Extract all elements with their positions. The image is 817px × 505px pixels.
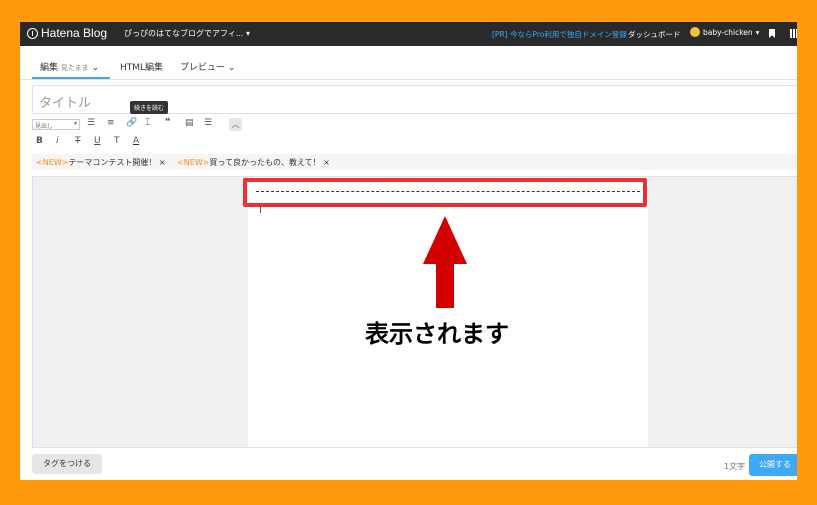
- read-more-tooltip: 続きを読む: [130, 101, 169, 114]
- tab-preview[interactable]: プレビュー ⌄: [180, 60, 235, 73]
- notice-text: テーマコンテスト開催！: [68, 158, 157, 167]
- font-color-button[interactable]: A: [133, 136, 139, 146]
- top-navigation-bar: Hatena Blog ぴっぴのはてなブログでアフィ... ▾ [PR] 今なら…: [20, 22, 797, 46]
- chevron-down-icon: ▾: [246, 29, 251, 38]
- tab-edit-label: 編集: [40, 63, 59, 73]
- notice-text: 買って良かったもの、教えて！: [209, 158, 321, 167]
- bookmark-icon[interactable]: [769, 29, 775, 38]
- publish-button[interactable]: 公開する: [749, 454, 797, 476]
- new-badge: <NEW>: [36, 158, 69, 167]
- font-size-button[interactable]: T: [114, 136, 120, 146]
- apps-grid-icon[interactable]: [790, 29, 797, 38]
- hatena-logo[interactable]: Hatena Blog: [27, 26, 107, 40]
- read-more-icon[interactable]: ⌶: [145, 118, 150, 128]
- arrow-shaft: [436, 262, 454, 308]
- character-count: 1文字: [724, 462, 746, 471]
- close-icon[interactable]: ×: [159, 158, 166, 167]
- user-menu[interactable]: baby-chicken ▾: [690, 27, 759, 37]
- chevron-down-icon: ⌄: [227, 63, 236, 73]
- notice-bar: <NEW>テーマコンテスト開催！ × <NEW>買って良かったもの、教えて！ ×: [32, 154, 797, 170]
- tab-edit-mode: 見たまま: [60, 64, 89, 72]
- editor-tabs: 編集 見たまま ⌄ HTML編集 プレビュー ⌄: [20, 46, 797, 80]
- close-icon[interactable]: ×: [323, 158, 330, 167]
- new-badge: <NEW>: [177, 158, 210, 167]
- pr-link[interactable]: [PR] 今ならPro利用で独自ドメイン登録: [492, 29, 627, 40]
- highlight-box: [243, 178, 647, 207]
- numbered-list-icon[interactable]: ≡: [107, 118, 115, 128]
- add-tag-button[interactable]: タグをつける: [32, 454, 102, 474]
- editor-window: Hatena Blog ぴっぴのはてなブログでアフィ... ▾ [PR] 今なら…: [20, 22, 797, 480]
- chevron-down-icon: ⌄: [91, 63, 100, 73]
- editor-body[interactable]: [248, 177, 648, 447]
- italic-button[interactable]: i: [56, 136, 59, 146]
- format-select[interactable]: 見出し: [32, 119, 80, 130]
- title-placeholder: タイトル: [39, 96, 92, 111]
- dashboard-link[interactable]: ダッシュボード: [628, 29, 681, 40]
- underline-button[interactable]: U: [94, 136, 101, 146]
- annotation-caption: 表示されます: [365, 320, 509, 348]
- blog-name-menu[interactable]: ぴっぴのはてなブログでアフィ... ▾: [124, 28, 250, 39]
- collapse-toolbar-button[interactable]: ︿: [229, 118, 242, 131]
- bold-button[interactable]: B: [36, 136, 43, 146]
- paragraph-icon[interactable]: ☰: [204, 118, 212, 128]
- tab-html[interactable]: HTML編集: [120, 60, 163, 73]
- blog-name: ぴっぴのはてなブログでアフィ...: [124, 29, 244, 38]
- editor-area: [32, 176, 797, 448]
- username: baby-chicken: [703, 27, 753, 37]
- chevron-down-icon: ▾: [755, 27, 760, 37]
- strikethrough-button[interactable]: T: [75, 136, 81, 146]
- tab-edit[interactable]: 編集 見たまま ⌄: [40, 60, 99, 73]
- active-tab-indicator: [32, 77, 110, 79]
- quote-icon[interactable]: ❝: [165, 117, 170, 127]
- avatar: [690, 27, 700, 37]
- notice-item[interactable]: <NEW>テーマコンテスト開催！ ×: [36, 157, 166, 168]
- bullet-list-icon[interactable]: ☰: [87, 118, 95, 128]
- table-icon[interactable]: ▤: [185, 118, 194, 128]
- link-icon[interactable]: 🔗: [126, 118, 137, 128]
- hatena-logo-icon: [27, 27, 38, 39]
- tab-preview-label: プレビュー: [180, 63, 226, 73]
- logo-text: Hatena Blog: [41, 26, 108, 40]
- notice-item[interactable]: <NEW>買って良かったもの、教えて！ ×: [177, 157, 330, 168]
